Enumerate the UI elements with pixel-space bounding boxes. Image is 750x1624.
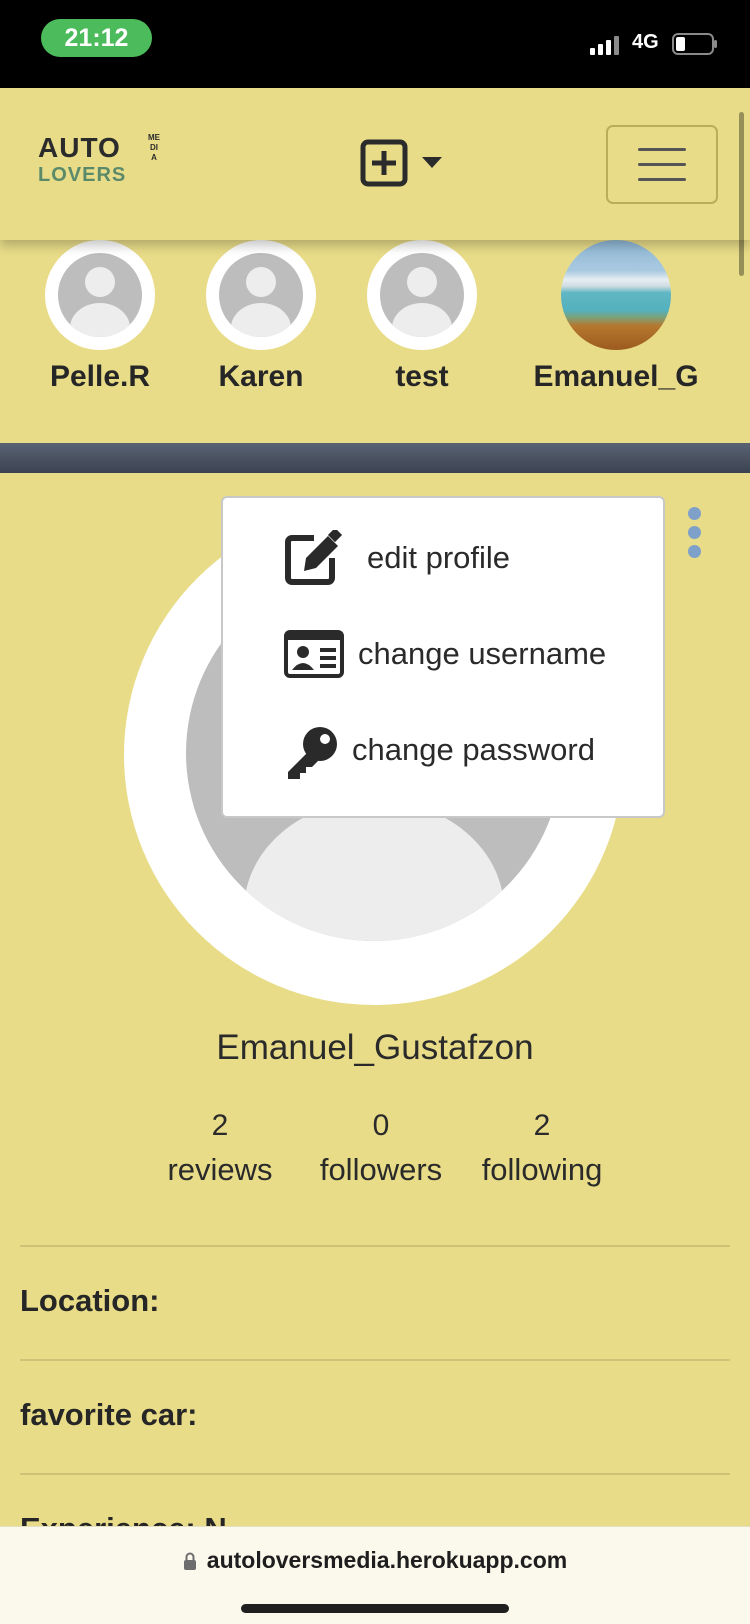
- default-avatar: [206, 240, 316, 350]
- edit-profile-label: edit profile: [367, 540, 511, 575]
- location-label: Location:: [20, 1283, 160, 1318]
- change-username-label: change username: [358, 636, 607, 671]
- edit-icon: [285, 530, 343, 585]
- lock-icon: [183, 1552, 196, 1570]
- following-name: Pelle.R: [49, 360, 151, 393]
- following-item[interactable]: test: [332, 240, 512, 394]
- hamburger-icon[interactable]: [606, 125, 718, 204]
- key-icon: [288, 727, 337, 779]
- default-avatar: [45, 240, 155, 350]
- profile-username: Emanuel_Gustafzon: [216, 1028, 534, 1067]
- change-password-label: change password: [352, 732, 595, 767]
- stat-label: following: [481, 1152, 603, 1187]
- stat-following[interactable]: 2 following: [462, 1105, 622, 1193]
- stat-label: reviews: [167, 1152, 273, 1187]
- logo-media-text: MEDIA: [148, 133, 160, 162]
- divider-line: [20, 1245, 730, 1247]
- stat-count: 0: [372, 1109, 390, 1142]
- divider-line: [20, 1359, 730, 1361]
- edit-profile-item[interactable]: edit profile: [223, 518, 667, 598]
- following-name: test: [395, 360, 449, 393]
- add-post-dropdown-button[interactable]: [360, 136, 452, 190]
- logo-lovers-text: LOVERS: [38, 164, 127, 186]
- following-name: Karen: [218, 360, 304, 393]
- following-item[interactable]: Emanuel_G: [526, 240, 706, 394]
- following-item[interactable]: Pelle.R: [10, 240, 190, 394]
- stat-count: 2: [211, 1109, 229, 1142]
- lake-photo-avatar: [561, 240, 671, 350]
- profile-stats: 2 reviews 0 followers 2 following: [140, 1105, 620, 1195]
- more-options-icon[interactable]: [683, 507, 705, 563]
- brand-logo[interactable]: AUTO LOVERS MEDIA: [38, 133, 160, 195]
- caret-down-icon: [422, 157, 442, 168]
- status-bar: 21:12 4G: [0, 0, 750, 88]
- stat-followers[interactable]: 0 followers: [301, 1105, 461, 1193]
- navbar: AUTO LOVERS MEDIA: [0, 88, 750, 240]
- following-strip: Pelle.R Karen test Emanuel_G: [0, 240, 750, 443]
- favorite-car-label: favorite car:: [20, 1397, 198, 1432]
- signal-icon: [590, 36, 619, 55]
- following-name: Emanuel_G: [533, 360, 699, 393]
- change-username-item[interactable]: change username: [223, 614, 667, 694]
- change-password-item[interactable]: change password: [223, 710, 667, 790]
- status-time: 21:12: [41, 19, 152, 57]
- url-row[interactable]: autoloversmedia.herokuapp.com: [0, 1547, 750, 1574]
- id-card-icon: [284, 630, 344, 678]
- default-avatar: [367, 240, 477, 350]
- battery-icon: [672, 33, 717, 55]
- following-item[interactable]: Karen: [171, 240, 351, 394]
- url-text: autoloversmedia.herokuapp.com: [206, 1547, 568, 1573]
- logo-auto-text: AUTO: [38, 132, 121, 163]
- stat-count: 2: [533, 1109, 551, 1142]
- stat-reviews[interactable]: 2 reviews: [140, 1105, 300, 1193]
- browser-address-bar[interactable]: autoloversmedia.herokuapp.com: [0, 1526, 750, 1624]
- section-divider: [0, 443, 750, 473]
- divider-line: [20, 1473, 730, 1475]
- plus-square-icon: [360, 139, 408, 187]
- stat-label: followers: [319, 1152, 443, 1187]
- profile-options-dropdown: edit profile change username change pass…: [221, 496, 665, 818]
- page-scrollbar[interactable]: [739, 112, 744, 276]
- network-label: 4G: [632, 31, 659, 53]
- home-indicator[interactable]: [241, 1604, 509, 1613]
